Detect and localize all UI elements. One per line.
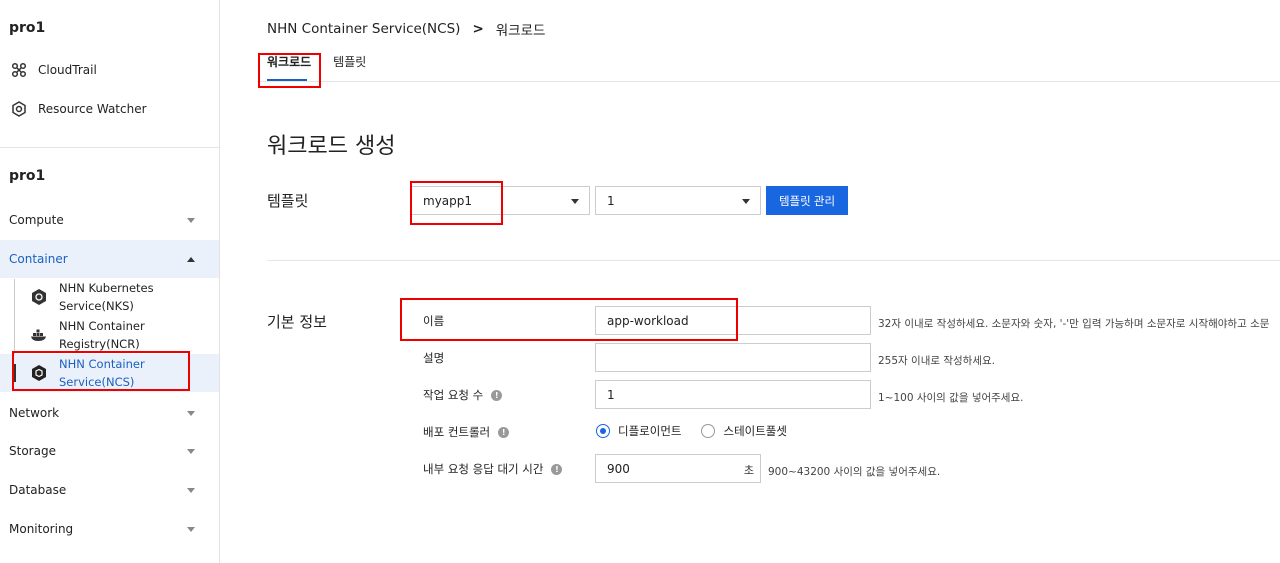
sidebar-item-label: Resource Watcher — [38, 102, 147, 116]
sidebar-category-container[interactable]: Container — [0, 240, 219, 278]
request-count-hint: 1~100 사이의 값을 넣어주세요. — [878, 392, 1024, 404]
deploy-controller-label-text: 배포 컨트롤러 — [423, 425, 491, 439]
radio-option-statefulset[interactable]: 스테이트풀셋 — [701, 423, 787, 439]
chevron-down-icon — [187, 526, 195, 532]
sidebar-item-label: CloudTrail — [38, 63, 97, 77]
main-content: NHN Container Service(NCS) > 워크로드 워크로드 템… — [221, 0, 1280, 563]
sidebar-item-cloudtrail[interactable]: CloudTrail — [10, 61, 97, 79]
template-select-value: myapp1 — [423, 193, 473, 208]
sidebar-item-resource-watcher[interactable]: Resource Watcher — [10, 100, 147, 118]
category-label: Storage — [9, 444, 56, 458]
tab-divider — [257, 81, 1280, 82]
description-label-text: 설명 — [423, 351, 445, 365]
sidebar-item-label: Service(NKS) — [59, 299, 134, 313]
name-label: 이름 — [423, 313, 444, 329]
info-icon[interactable]: ! — [551, 463, 563, 475]
sidebar-item-nks[interactable]: NHN Kubernetes Service(NKS) — [0, 278, 219, 316]
sidebar-item-ncs[interactable]: NHN Container Service(NCS) — [0, 354, 219, 392]
sidebar: pro1 CloudTrail Resource Watcher pro1 Co… — [0, 0, 220, 563]
deploy-controller-label: 배포 컨트롤러 ! — [423, 424, 510, 440]
sidebar-item-label: NHN Container — [59, 357, 145, 371]
breadcrumb: NHN Container Service(NCS) > 워크로드 — [267, 19, 545, 39]
radio-label: 디플로이먼트 — [618, 424, 682, 438]
name-input[interactable]: app-workload — [595, 306, 871, 335]
basic-info-section-label: 기본 정보 — [267, 313, 327, 331]
name-input-value: app-workload — [607, 313, 689, 328]
radio-label: 스테이트풀셋 — [723, 424, 787, 438]
tab-template[interactable]: 템플릿 — [333, 53, 366, 70]
request-count-input[interactable]: 1 — [595, 380, 871, 409]
description-input[interactable] — [595, 343, 871, 372]
radio-option-deployment[interactable]: 디플로이먼트 — [596, 423, 681, 439]
request-count-value: 1 — [607, 387, 615, 402]
info-icon[interactable]: ! — [491, 389, 503, 401]
kubernetes-icon — [30, 288, 48, 306]
radio-button[interactable] — [701, 424, 716, 438]
sidebar-item-label: Registry(NCR) — [59, 337, 140, 351]
description-hint: 255자 이내로 작성하세요. — [878, 355, 995, 367]
chevron-down-icon — [187, 448, 195, 454]
docker-icon — [30, 326, 48, 344]
chevron-down-icon — [187, 487, 195, 493]
version-select-value: 1 — [607, 193, 615, 208]
breadcrumb-separator: > — [472, 21, 484, 37]
sidebar-item-label: NHN Container — [59, 319, 145, 333]
chevron-down-icon — [187, 217, 195, 223]
sidebar-item-ncr[interactable]: NHN Container Registry(NCR) — [0, 316, 219, 354]
chevron-up-icon — [187, 256, 195, 262]
container-service-icon — [30, 364, 48, 382]
timeout-input-value: 900 — [607, 461, 630, 476]
chevron-down-icon — [187, 410, 195, 416]
resource-watcher-icon — [10, 100, 28, 118]
breadcrumb-service[interactable]: NHN Container Service(NCS) — [267, 21, 460, 37]
name-hint: 32자 이내로 작성하세요. 소문자와 숫자, '-'만 입력 가능하며 소문자… — [878, 318, 1270, 330]
category-label: Container — [9, 252, 68, 266]
section-divider — [267, 260, 1280, 261]
sidebar-category-network[interactable]: Network — [0, 394, 219, 432]
tab-workload[interactable]: 워크로드 — [267, 53, 311, 70]
sidebar-category-compute[interactable]: Compute — [0, 201, 219, 239]
category-label: Database — [9, 483, 67, 497]
sidebar-category-database[interactable]: Database — [0, 471, 219, 509]
category-label: Compute — [9, 213, 64, 227]
sidebar-category-monitoring[interactable]: Monitoring — [0, 510, 219, 548]
version-select[interactable]: 1 — [595, 186, 761, 215]
sidebar-divider — [0, 147, 219, 148]
tab-bar: 워크로드 템플릿 — [267, 53, 388, 70]
sidebar-item-label: NHN Kubernetes — [59, 281, 154, 295]
info-icon[interactable]: ! — [498, 426, 510, 438]
timeout-unit: 초 — [743, 464, 754, 477]
template-select[interactable]: myapp1 — [411, 186, 590, 215]
description-label: 설명 — [423, 350, 444, 366]
timeout-hint: 900~43200 사이의 값을 넣어주세요. — [768, 466, 941, 478]
request-count-label-text: 작업 요청 수 — [423, 388, 484, 402]
timeout-label-text: 내부 요청 응답 대기 시간 — [423, 462, 544, 476]
page-title: 워크로드 생성 — [267, 134, 396, 159]
sidebar-item-label: Service(NCS) — [59, 375, 135, 389]
project-name: pro1 — [9, 20, 46, 36]
timeout-label: 내부 요청 응답 대기 시간 ! — [423, 461, 563, 477]
request-count-label: 작업 요청 수 ! — [423, 387, 503, 403]
category-label: Network — [9, 406, 60, 420]
project-name: pro1 — [9, 168, 46, 184]
chevron-down-icon — [571, 199, 579, 204]
cloudtrail-icon — [10, 61, 28, 79]
radio-button-checked[interactable] — [596, 424, 610, 438]
timeout-input[interactable]: 900 초 — [595, 454, 761, 483]
deploy-controller-radio-group: 디플로이먼트 스테이트풀셋 — [596, 423, 807, 439]
sidebar-category-storage[interactable]: Storage — [0, 432, 219, 470]
chevron-down-icon — [742, 199, 750, 204]
manage-template-button[interactable]: 템플릿 관리 — [766, 186, 848, 215]
template-section-label: 템플릿 — [267, 192, 309, 210]
category-label: Monitoring — [9, 522, 74, 536]
name-label-text: 이름 — [423, 314, 445, 328]
breadcrumb-current: 워크로드 — [495, 23, 546, 39]
